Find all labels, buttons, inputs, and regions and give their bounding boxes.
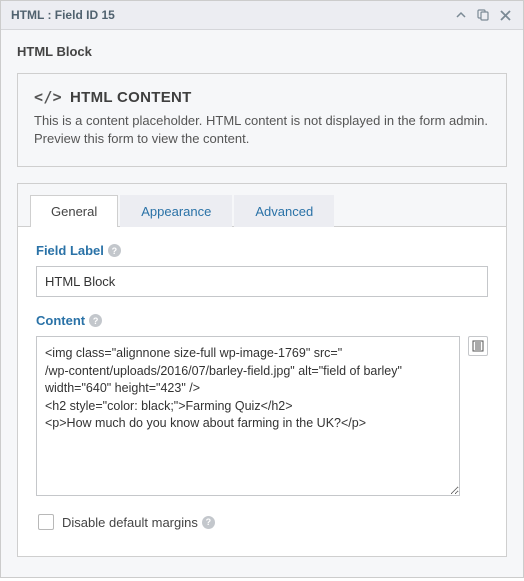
code-icon: </> bbox=[34, 88, 62, 106]
close-icon[interactable] bbox=[497, 7, 513, 23]
duplicate-icon[interactable] bbox=[475, 7, 491, 23]
help-icon[interactable]: ? bbox=[108, 244, 121, 257]
placeholder-title-text: HTML CONTENT bbox=[70, 89, 192, 106]
content-heading: Content ? bbox=[36, 313, 102, 328]
disable-margins-checkbox[interactable] bbox=[38, 514, 54, 530]
tab-content-general: Field Label ? Content ? bbox=[18, 227, 506, 538]
tab-general[interactable]: General bbox=[30, 195, 118, 227]
content-textarea[interactable] bbox=[36, 336, 460, 496]
help-icon[interactable]: ? bbox=[202, 516, 215, 529]
placeholder-description: This is a content placeholder. HTML cont… bbox=[34, 112, 490, 148]
tabs: General Appearance Advanced bbox=[18, 184, 506, 227]
field-label-input[interactable] bbox=[36, 266, 488, 297]
settings-tabs-container: General Appearance Advanced Field Label … bbox=[17, 183, 507, 557]
field-settings-panel: HTML : Field ID 15 HTML Block </> HTML C… bbox=[0, 0, 524, 578]
disable-margins-row: Disable default margins ? bbox=[36, 514, 488, 530]
help-icon[interactable]: ? bbox=[89, 314, 102, 327]
field-label-text: Field Label bbox=[36, 243, 104, 258]
placeholder-title: </> HTML CONTENT bbox=[34, 88, 490, 106]
merge-tag-button[interactable] bbox=[468, 336, 488, 356]
panel-header: HTML : Field ID 15 bbox=[1, 1, 523, 30]
field-label-heading: Field Label ? bbox=[36, 243, 121, 258]
disable-margins-label: Disable default margins ? bbox=[62, 515, 215, 530]
content-label-text: Content bbox=[36, 313, 85, 328]
collapse-icon[interactable] bbox=[453, 7, 469, 23]
block-name: HTML Block bbox=[17, 44, 507, 59]
html-content-placeholder: </> HTML CONTENT This is a content place… bbox=[17, 73, 507, 167]
tab-advanced[interactable]: Advanced bbox=[234, 195, 334, 227]
panel-title: HTML : Field ID 15 bbox=[11, 8, 447, 22]
panel-body: HTML Block </> HTML CONTENT This is a co… bbox=[1, 30, 523, 577]
tab-appearance[interactable]: Appearance bbox=[120, 195, 232, 227]
